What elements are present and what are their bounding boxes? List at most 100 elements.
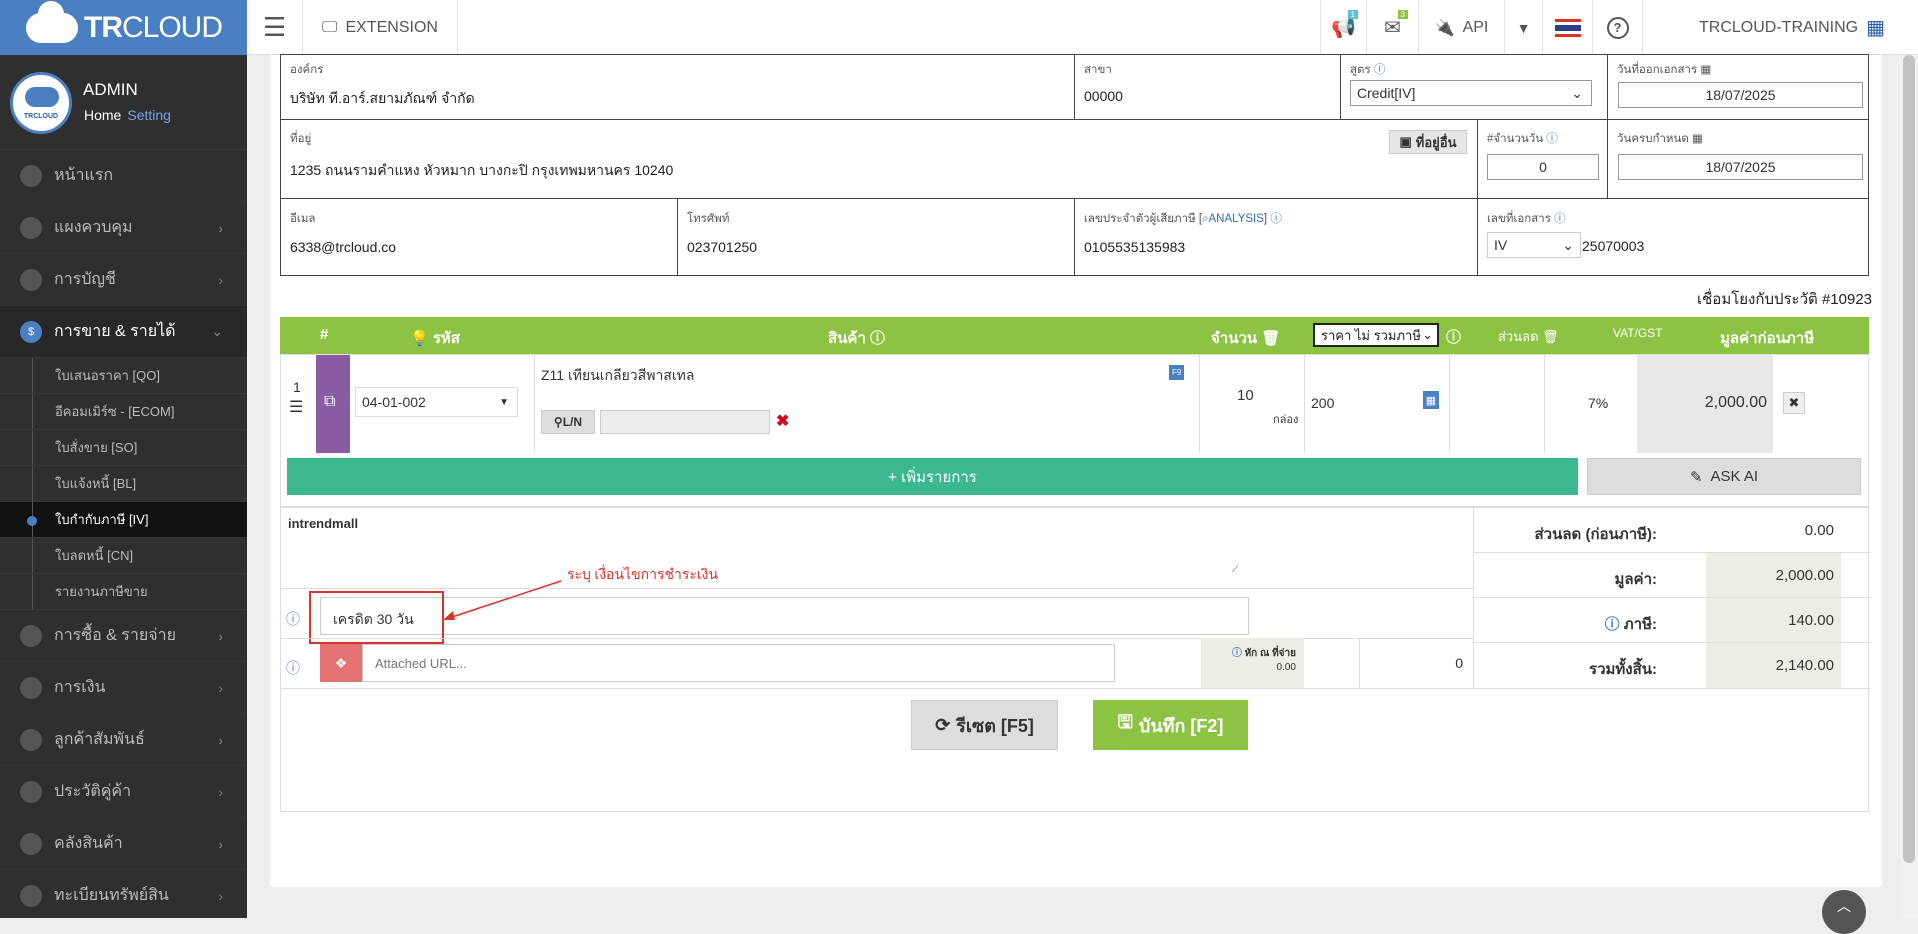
sidebar: ADMIN Home Setting หน้าแรก แผงควบคุม › การ… bbox=[0, 55, 247, 918]
address-value[interactable]: 1235 ถนนรามคำแหง หัวหมาก บางกะปิ กรุงเทพ… bbox=[290, 160, 673, 182]
doc-prefix-select[interactable]: IV ⌄ bbox=[1487, 232, 1581, 258]
extension-button[interactable]: 🖵 EXTENSION bbox=[303, 0, 458, 55]
chevron-down-icon: ⌄ bbox=[1422, 327, 1433, 342]
info-icon: ⓘ bbox=[1446, 329, 1462, 346]
sidebar-subitem-bl[interactable]: ใบแจ้งหนี้ [BL] bbox=[0, 466, 247, 502]
delete-row-icon[interactable]: ✖ bbox=[1783, 392, 1805, 414]
info-icon: ⓘ bbox=[286, 611, 300, 627]
subitem-label: อีคอมเมิร์ซ - [ECOM] bbox=[55, 404, 175, 419]
price-value[interactable]: 200 bbox=[1311, 395, 1334, 411]
plug-icon: 🔌 bbox=[1434, 19, 1455, 37]
tax-id-value[interactable]: 0105535135983 bbox=[1084, 239, 1185, 255]
sidebar-item-label: การเงิน bbox=[54, 679, 106, 696]
scrollbar[interactable] bbox=[1900, 55, 1918, 918]
remove-lot-icon[interactable]: ✖ bbox=[776, 411, 789, 431]
scrollbar-thumb[interactable] bbox=[1903, 55, 1915, 863]
lot-number-button[interactable]: ⚲ L/N bbox=[541, 410, 595, 434]
dropbox-icon: ❖ bbox=[334, 654, 348, 671]
drag-handle-icon[interactable]: ☰ bbox=[289, 397, 303, 417]
calculator-icon[interactable]: ▦ bbox=[1423, 391, 1439, 409]
formula-select[interactable]: Credit[IV] ⌄ bbox=[1350, 80, 1592, 106]
phone-value[interactable]: 023701250 bbox=[687, 239, 757, 255]
add-row-button[interactable]: + เพิ่มรายการ bbox=[287, 458, 1578, 495]
home-link[interactable]: Home bbox=[84, 107, 121, 123]
sidebar-item-inventory[interactable]: คลังสินค้า › bbox=[0, 818, 247, 870]
qty-value[interactable]: 10 bbox=[1237, 387, 1254, 404]
app-logo[interactable]: TR CLOUD bbox=[0, 0, 247, 55]
resize-handle-icon[interactable]: ⟋ bbox=[1232, 564, 1238, 575]
wht-value[interactable]: 0.00 bbox=[1277, 662, 1296, 673]
notification-button[interactable]: 📢 1 bbox=[1320, 0, 1367, 55]
copy-row-button[interactable]: ⧉ bbox=[316, 355, 350, 453]
issue-date-input[interactable]: 18/07/2025 bbox=[1618, 82, 1863, 108]
f9-badge[interactable]: F9 bbox=[1169, 365, 1185, 380]
sidebar-item-finance[interactable]: การเงิน › bbox=[0, 662, 247, 714]
sidebar-subitem-so[interactable]: ใบสั่งขาย [SO] bbox=[0, 430, 247, 466]
lightbulb-icon: 💡 bbox=[410, 330, 429, 347]
monitor-icon: 🖵 bbox=[322, 18, 338, 36]
sidebar-item-crm[interactable]: ลูกค้าสัมพันธ์ › bbox=[0, 714, 247, 766]
scroll-top-button[interactable]: ︿ bbox=[1822, 890, 1866, 934]
items-table-header: # 💡 รหัส สินค้า ⓘ จำนวน 🗑 ราคา ไม่ รวมภา… bbox=[280, 317, 1869, 354]
summary-discount-value[interactable]: 0.00 bbox=[1805, 522, 1834, 539]
divider bbox=[281, 688, 1870, 689]
caret-down-icon: ▼ bbox=[499, 396, 509, 408]
sidebar-item-sales[interactable]: $ การขาย & รายได้ ⌄ bbox=[0, 306, 247, 358]
header-discount: ส่วนลด 🗑 bbox=[1498, 329, 1559, 344]
sidebar-item-dashboard[interactable]: แผงควบคุม › bbox=[0, 202, 247, 254]
org-value[interactable]: บริษัท ที.อาร์.สยามภัณฑ์ จำกัด bbox=[290, 88, 475, 110]
price-mode-select[interactable]: ราคา ไม่ รวมภาษี ⌄ bbox=[1313, 323, 1439, 347]
email-value[interactable]: 6338@trcloud.co bbox=[290, 239, 396, 255]
analysis-link[interactable]: ⌕ANALYSIS bbox=[1202, 213, 1264, 225]
caret-down-icon: ▼ bbox=[1516, 19, 1531, 36]
reset-button[interactable]: ⟳ รีเซต [F5] bbox=[911, 700, 1058, 750]
sidebar-item-assets[interactable]: ทะเบียนทรัพย์สิน › bbox=[0, 870, 247, 918]
header-qty: จำนวน 🗑 bbox=[1211, 330, 1281, 347]
summary-total-label: รวมทั้งสิ้น: bbox=[1589, 661, 1657, 678]
days-input[interactable]: 0 bbox=[1487, 154, 1599, 180]
branch-cell: สาขา 00000 bbox=[1074, 54, 1341, 120]
summary-row: มูลค่า: 2,000.00 bbox=[1474, 553, 1871, 598]
sidebar-item-purchase[interactable]: การซื้อ & รายจ่าย › bbox=[0, 610, 247, 662]
days-cell: #จำนวนวัน ⓘ 0 bbox=[1477, 119, 1608, 199]
sidebar-subitem-qo[interactable]: ใบเสนอราคา [QO] bbox=[0, 358, 247, 394]
summary-tax-value: 140.00 bbox=[1788, 612, 1834, 629]
sidebar-subitem-sales-tax[interactable]: รายงานภาษีขาย bbox=[0, 574, 247, 610]
notes-text[interactable]: intrendmall bbox=[288, 516, 358, 531]
wht-cell: ⓘ หัก ณ ที่จ่าย 0.00 bbox=[1201, 638, 1304, 688]
language-button[interactable] bbox=[1543, 0, 1593, 55]
setting-link[interactable]: Setting bbox=[127, 107, 171, 123]
avatar[interactable] bbox=[10, 72, 72, 134]
help-icon: ? bbox=[1606, 16, 1629, 39]
due-date-input[interactable]: 18/07/2025 bbox=[1618, 154, 1863, 180]
product-name[interactable]: Z11 เทียนเกลียวสีพาสเทล bbox=[541, 365, 694, 387]
brand-bold: TR bbox=[84, 10, 123, 44]
chevron-right-icon: › bbox=[218, 835, 223, 852]
history-link[interactable]: เชื่อมโยงกับประวัติ #10923 bbox=[1697, 287, 1872, 311]
menu-toggle-button[interactable]: ☰ bbox=[247, 0, 303, 55]
account-button[interactable]: TRCLOUD-TRAINING ▦ bbox=[1643, 0, 1918, 55]
attached-url-input[interactable]: Attached URL... bbox=[362, 644, 1115, 682]
monitor-icon bbox=[20, 216, 42, 239]
dropbox-button[interactable]: ❖ bbox=[320, 644, 362, 682]
sidebar-subitem-cn[interactable]: ใบลดหนี้ [CN] bbox=[0, 538, 247, 574]
save-button[interactable]: 🖫 บันทึก [F2] bbox=[1093, 700, 1248, 750]
help-button[interactable]: ? bbox=[1593, 0, 1643, 55]
doc-number-value[interactable]: 25070003 bbox=[1582, 238, 1644, 254]
api-button[interactable]: 🔌 API bbox=[1419, 0, 1505, 55]
sidebar-item-accounting[interactable]: การบัญชี › bbox=[0, 254, 247, 306]
mail-button[interactable]: ✉ 3 bbox=[1367, 0, 1419, 55]
amount-value: 2,000.00 bbox=[1704, 394, 1767, 411]
dropdown-button[interactable]: ▼ bbox=[1505, 0, 1543, 55]
subitem-label: รายงานภาษีขาย bbox=[55, 584, 148, 599]
ask-ai-button[interactable]: ✎ ASK AI bbox=[1587, 458, 1861, 495]
sidebar-subitem-ecom[interactable]: อีคอมเมิร์ซ - [ECOM] bbox=[0, 394, 247, 430]
lot-number-input[interactable] bbox=[600, 410, 770, 434]
branch-value[interactable]: 00000 bbox=[1084, 88, 1123, 104]
sidebar-item-home[interactable]: หน้าแรก bbox=[0, 150, 247, 202]
other-address-button[interactable]: ▣ ที่อยู่อื่น bbox=[1389, 130, 1467, 154]
sidebar-item-partner[interactable]: ประวัติคู่ค้า › bbox=[0, 766, 247, 818]
info-icon: ⓘ bbox=[286, 660, 300, 676]
sidebar-subitem-iv[interactable]: ใบกำกับภาษี [IV] bbox=[0, 502, 247, 538]
product-code-select[interactable]: 04-01-002 ▼ bbox=[355, 387, 518, 417]
